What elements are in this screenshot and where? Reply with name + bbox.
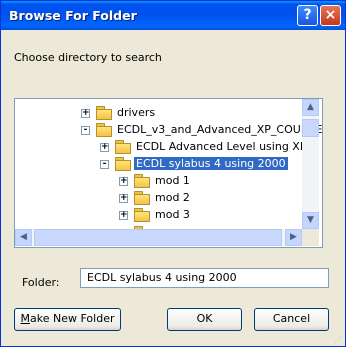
expand-icon[interactable]: + [81,109,90,118]
close-icon: × [324,7,337,23]
tree-item-label: ECDL_v3_and_Advanced_XP_COURSE [117,123,323,136]
folder-icon [96,106,112,120]
tree-item-label: mod 3 [155,208,190,221]
open-folder-icon [115,157,131,171]
expand-icon[interactable]: + [119,194,128,203]
ok-button[interactable]: OK [167,308,242,331]
help-button[interactable]: ? [297,5,318,26]
tree-item-label-selected: ECDL sylabus 4 using 2000 [134,157,288,170]
folder-field[interactable]: ECDL sylabus 4 using 2000 [80,268,329,288]
folder-icon [134,208,150,222]
folder-field-label: Folder: [22,276,60,289]
help-icon: ? [303,7,312,23]
prompt-text: Choose directory to search [14,51,162,64]
title-bar[interactable]: Browse For Folder ? × [1,1,345,30]
scroll-left-icon[interactable]: ◀ [15,229,32,246]
scroll-down-icon[interactable]: ▼ [302,212,319,229]
close-button[interactable]: × [320,5,341,26]
expand-icon[interactable]: + [100,143,109,152]
folder-icon [115,140,131,154]
dialog-title: Browse For Folder [9,8,137,23]
tree-item-label: ECDL Advanced Level using XP [136,140,307,153]
mnemonic-letter: M [20,312,31,325]
resize-grip-icon[interactable]: ⋰ [334,335,344,345]
scroll-right-icon[interactable]: ▶ [285,229,302,246]
browse-for-folder-dialog: Browse For Folder ? × Choose directory t… [0,0,346,347]
scroll-up-icon[interactable]: ▲ [302,99,319,116]
button-label: ake New Folder [30,312,115,325]
horizontal-scrollbar[interactable]: ◀ ▶ [15,229,302,246]
expand-icon[interactable]: + [119,177,128,186]
tree-item-label: mod 1 [155,174,190,187]
scrollbar-corner [302,229,319,246]
horizontal-scroll-thumb[interactable] [34,229,282,246]
open-folder-icon [96,123,112,137]
folder-icon [134,174,150,188]
tree-item-label: mod 2 [155,191,190,204]
cancel-button[interactable]: Cancel [254,308,329,331]
folder-icon [134,191,150,205]
tree-item-label: drivers [117,106,156,119]
vertical-scrollbar[interactable]: ▲ ▼ [302,99,319,229]
expand-icon[interactable]: + [119,211,128,220]
collapse-icon[interactable]: - [81,126,90,135]
folder-tree[interactable]: + drivers - ECDL_v3_and_Advanced_XP_COUR… [14,98,323,248]
vertical-scroll-thumb[interactable] [302,119,319,137]
make-new-folder-button[interactable]: Make New Folder [14,308,121,331]
collapse-icon[interactable]: - [100,160,109,169]
